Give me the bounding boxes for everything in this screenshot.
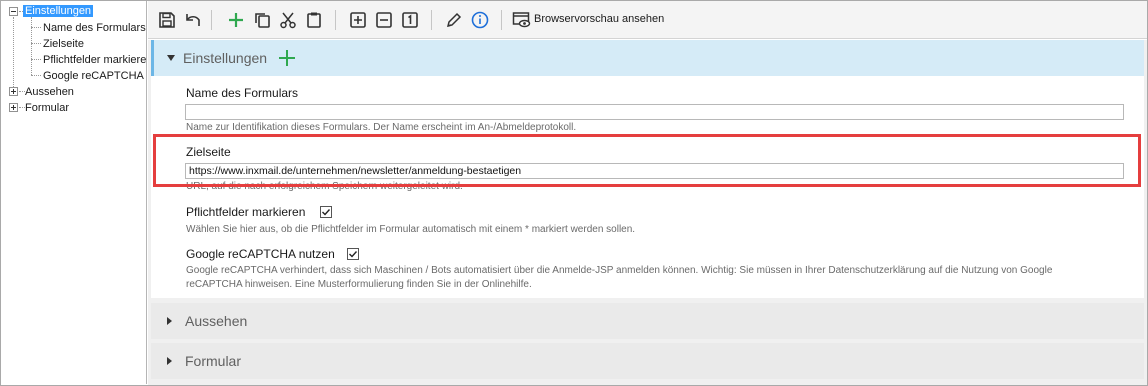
preview-icon[interactable] [512,10,532,30]
cut-icon[interactable] [278,10,298,30]
toolbar-separator [211,10,212,30]
copy-icon[interactable] [252,10,272,30]
target-label: Zielseite [186,145,231,159]
section-body-einstellungen: Name des Formulars Name zur Identifikati… [151,76,1144,298]
name-field[interactable] [185,104,1124,120]
tree-item-aussehen[interactable]: Aussehen [25,84,74,100]
save-icon[interactable] [157,10,177,30]
info-icon[interactable] [470,10,490,30]
section-header-formular[interactable]: Formular [151,343,1144,379]
collapse-icon[interactable] [374,10,394,30]
captcha-help-text: reCAPTCHA hinweisen. Eine Musterformulie… [186,279,532,290]
name-label: Name des Formulars [186,86,299,100]
tree-item-recaptcha[interactable]: Google reCAPTCHA n [43,68,146,84]
chevron-right-icon[interactable] [167,317,172,325]
section-header-aussehen[interactable]: Aussehen [151,303,1144,339]
add-icon[interactable] [226,10,246,30]
required-checkbox[interactable] [320,206,332,218]
section-title: Einstellungen [183,50,268,66]
edit-icon[interactable] [444,10,464,30]
tree-connector [31,43,41,44]
captcha-label: Google reCAPTCHA nutzen [186,247,335,261]
undo-icon[interactable] [183,10,203,30]
paste-icon[interactable] [304,10,324,30]
toolbar-separator [431,10,432,30]
tree-item-einstellungen[interactable]: Einstellungen [23,3,94,19]
target-url-field[interactable]: https://www.inxmail.de/unternehmen/newsl… [185,163,1124,179]
toolbar-separator [335,10,336,30]
toolbar-separator [501,10,502,30]
name-help-text: Name zur Identifikation dieses Formulars… [186,122,577,133]
required-help-text: Wählen Sie hier aus, ob die Pflichtfelde… [186,224,636,235]
tree-connector [31,17,32,75]
level-one-icon[interactable] [400,10,420,30]
tree-expand-toggle[interactable] [9,87,18,96]
toolbar: Browservorschau ansehen [148,1,1147,39]
required-label: Pflichtfelder markieren [186,205,306,219]
section-header-einstellungen[interactable]: Einstellungen [151,40,1144,76]
tree-item-label: Einstellungen [23,5,94,17]
section-title: Formular [185,353,242,369]
tree-item-formular[interactable]: Formular [25,100,69,116]
captcha-checkbox[interactable] [347,248,359,260]
tree-item-zielseite[interactable]: Zielseite [43,36,84,52]
tree-connector [31,27,41,28]
navigation-tree: Einstellungen Name des Formulars Zielsei… [1,1,147,384]
chevron-right-icon[interactable] [167,357,172,365]
browser-preview-button[interactable]: Browservorschau ansehen [534,13,664,25]
tree-expand-toggle[interactable] [9,103,18,112]
add-icon[interactable] [279,50,296,66]
target-help-text: URL, auf die nach erfolgreichem Speicher… [186,181,463,192]
tree-connector [31,59,41,60]
tree-connector [13,17,14,93]
tree-collapse-toggle[interactable] [9,7,18,16]
tree-item-pflichtfelder[interactable]: Pflichtfelder markiere [43,52,146,68]
tree-item-name-des-formulars[interactable]: Name des Formulars [43,20,146,36]
chevron-down-icon[interactable] [167,55,175,61]
tree-connector [31,75,41,76]
captcha-help-text: Google reCAPTCHA verhindert, dass sich M… [186,265,1053,276]
expand-icon[interactable] [348,10,368,30]
section-title: Aussehen [185,313,248,329]
main-panel: Einstellungen Name des Formulars Name zu… [148,40,1147,385]
